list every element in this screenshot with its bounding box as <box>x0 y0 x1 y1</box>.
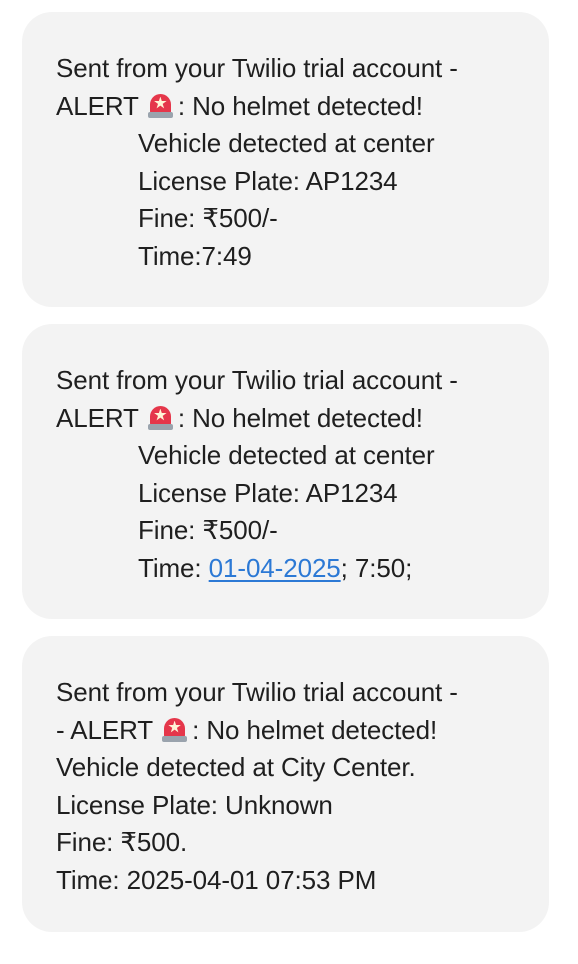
message-bubble[interactable]: Sent from your Twilio trial account - AL… <box>22 324 549 619</box>
alert-time: Time: 01-04-2025; 7:50; <box>56 550 529 588</box>
alert-time-suffix: ; 7:50; <box>340 552 413 583</box>
alert-prefix: ALERT <box>56 90 139 121</box>
license-plate: License Plate: Unknown <box>56 789 333 820</box>
message-bubble[interactable]: Sent from your Twilio trial account - AL… <box>22 12 549 307</box>
alert-text: : No helmet detected! <box>192 714 438 745</box>
message-intro: Sent from your Twilio trial account - <box>56 677 458 707</box>
alert-prefix: - ALERT <box>56 714 154 745</box>
alert-time-prefix: Time: <box>138 552 209 583</box>
alert-text: : No helmet detected! <box>177 90 423 121</box>
fine-amount: Fine: ₹500. <box>56 827 188 857</box>
fine-amount: Fine: ₹500/- <box>138 515 278 545</box>
alert-text: : No helmet detected! <box>177 402 423 433</box>
message-intro: Sent from your Twilio trial account - <box>56 53 458 83</box>
police-light-siren-icon <box>147 91 174 119</box>
license-plate: License Plate: AP1234 <box>138 477 398 508</box>
alert-line: - ALERT : No helmet detected! <box>56 712 529 750</box>
message-bubble[interactable]: Sent from your Twilio trial account - - … <box>22 636 549 932</box>
date-link[interactable]: 01-04-2025 <box>209 553 341 583</box>
vehicle-location: Vehicle detected at center <box>138 440 435 470</box>
message-intro: Sent from your Twilio trial account - <box>56 365 458 395</box>
vehicle-location: Vehicle detected at City Center. <box>56 752 416 782</box>
police-light-siren-icon <box>147 403 174 431</box>
police-light-siren-icon <box>161 715 188 743</box>
message-thread: Sent from your Twilio trial account - AL… <box>0 0 578 964</box>
alert-line: ALERT : No helmet detected! <box>56 400 529 438</box>
alert-time: Time:7:49 <box>138 240 252 271</box>
license-plate: License Plate: AP1234 <box>138 165 398 196</box>
alert-time: Time: 2025-04-01 07:53 PM <box>56 864 377 895</box>
alert-prefix: ALERT <box>56 402 139 433</box>
alert-line: ALERT : No helmet detected! <box>56 88 529 126</box>
vehicle-location: Vehicle detected at center <box>138 128 435 158</box>
fine-amount: Fine: ₹500/- <box>138 203 278 233</box>
